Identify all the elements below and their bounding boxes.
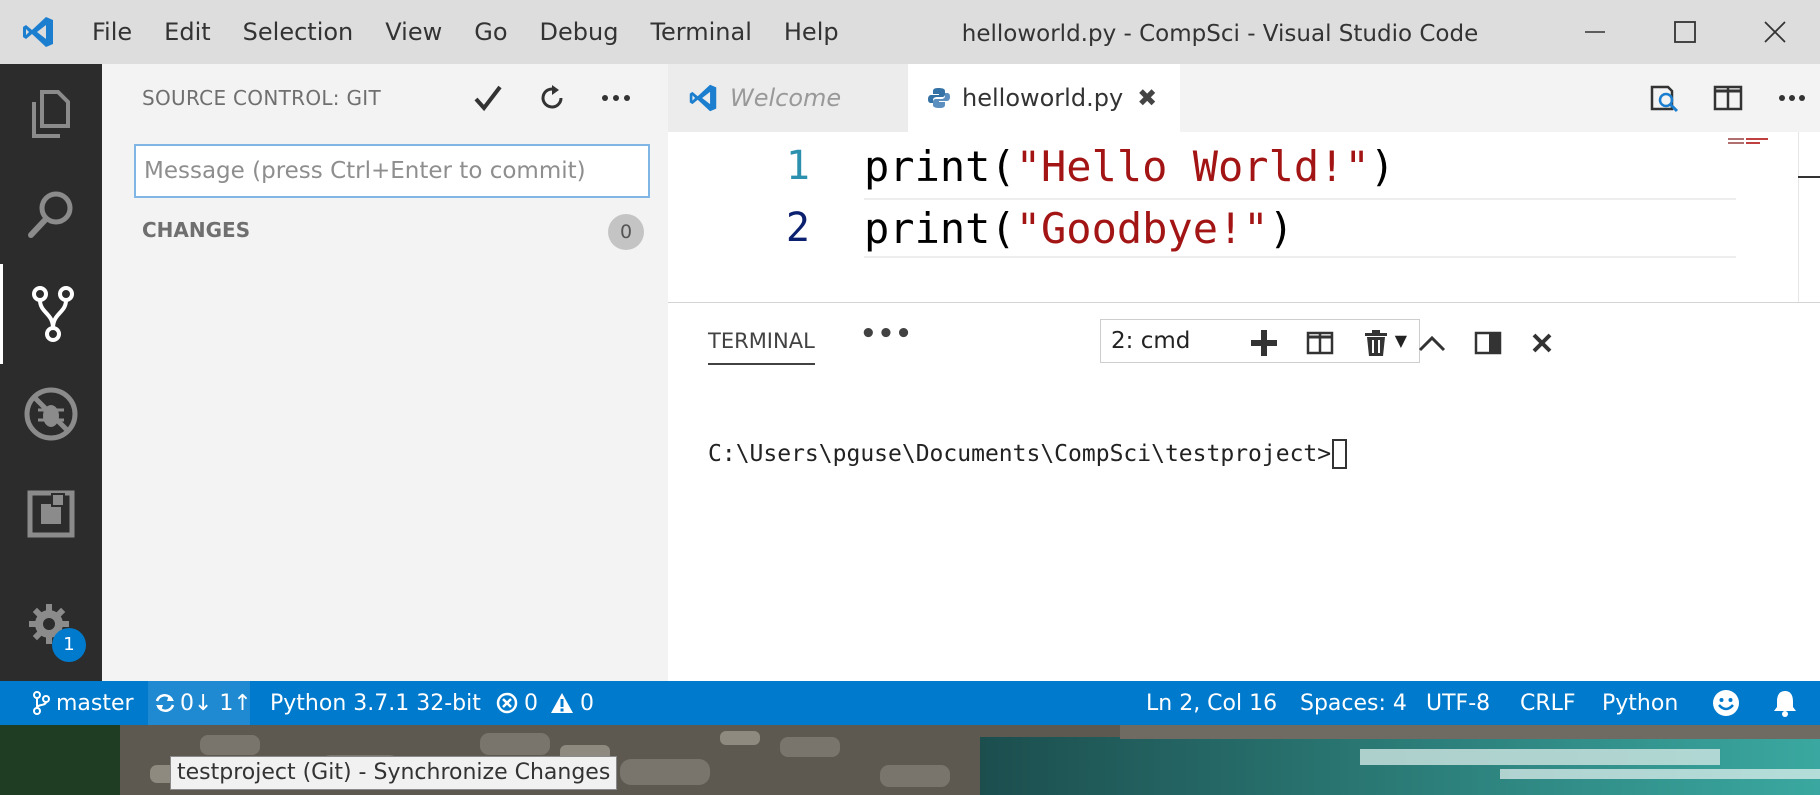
settings-badge: 1 <box>52 628 86 662</box>
eol-setting[interactable]: CRLF <box>1514 681 1582 725</box>
more-icon[interactable] <box>1768 74 1816 122</box>
bell-icon[interactable] <box>1766 681 1804 725</box>
menu-file[interactable]: File <box>76 0 148 64</box>
trash-icon[interactable] <box>1354 321 1398 365</box>
code-text: print("Hello World!") <box>864 141 1396 191</box>
line-number: 2 <box>785 205 810 251</box>
warning-count: 0 <box>580 690 594 716</box>
source-control-sidebar: SOURCE CONTROL: GIT CHANGES 0 <box>102 64 668 681</box>
gear-icon[interactable]: 1 <box>0 576 102 676</box>
maximize-icon[interactable] <box>1640 0 1730 64</box>
terminal-prompt: C:\Users\pguse\Documents\CompSci\testpro… <box>708 441 1332 467</box>
sync-icon <box>154 692 176 714</box>
sidebar-title: SOURCE CONTROL: GIT <box>142 86 382 110</box>
code-editor[interactable]: 1 print("Hello World!") 2 print("Goodbye… <box>668 132 1820 302</box>
terminal-select-value: 2: cmd <box>1111 328 1191 354</box>
debug-icon[interactable] <box>0 364 102 464</box>
title-bar: File Edit Selection View Go Debug Termin… <box>0 0 1820 64</box>
tab-welcome[interactable]: Welcome <box>668 64 908 132</box>
tab-label: helloworld.py <box>962 84 1124 112</box>
code-line-1[interactable]: 1 print("Hello World!") <box>668 136 1738 196</box>
terminal-panel: TERMINAL ••• 2: cmd ▼ C:\Users\pguse\Doc… <box>668 302 1820 681</box>
warning-icon <box>550 692 574 714</box>
activity-bar: 1 <box>0 64 102 681</box>
split-editor-icon[interactable] <box>1704 74 1752 122</box>
panel-more-button[interactable]: ••• <box>860 319 913 349</box>
explorer-icon[interactable] <box>0 64 102 164</box>
problems-indicator[interactable]: 0 0 <box>490 681 600 725</box>
vscode-logo-icon <box>688 83 718 113</box>
more-icon[interactable] <box>594 76 638 120</box>
python-icon <box>928 87 950 109</box>
refresh-icon[interactable] <box>530 76 574 120</box>
error-count: 0 <box>524 690 538 716</box>
branch-indicator[interactable]: master <box>26 681 140 725</box>
interpreter-selector[interactable]: Python 3.7.1 32-bit <box>264 681 487 725</box>
commit-message-input[interactable] <box>134 144 650 198</box>
branch-icon <box>32 691 50 715</box>
toggle-panel-icon[interactable] <box>1466 321 1510 365</box>
open-preview-icon[interactable] <box>1640 74 1688 122</box>
tab-terminal[interactable]: TERMINAL <box>708 329 815 365</box>
terminal-output[interactable]: C:\Users\pguse\Documents\CompSci\testpro… <box>708 439 1348 469</box>
search-icon[interactable] <box>0 164 102 264</box>
editor-tab-bar: Welcome helloworld.py ✖ <box>668 64 1820 132</box>
source-control-icon[interactable] <box>0 264 102 364</box>
tab-label: Welcome <box>730 84 842 112</box>
menu-edit[interactable]: Edit <box>148 0 226 64</box>
terminal-cursor <box>1332 439 1348 469</box>
tab-helloworld[interactable]: helloworld.py ✖ <box>908 64 1180 132</box>
sync-tooltip: testproject (Git) - Synchronize Changes <box>170 756 618 790</box>
commit-check-icon[interactable] <box>466 76 510 120</box>
close-icon[interactable] <box>1730 0 1820 64</box>
sync-button[interactable]: 0↓ 1↑ <box>148 681 252 725</box>
plus-icon[interactable] <box>1242 321 1286 365</box>
changes-count-badge: 0 <box>608 214 644 250</box>
menu-terminal[interactable]: Terminal <box>634 0 767 64</box>
menu-bar: File Edit Selection View Go Debug Termin… <box>76 0 855 64</box>
editor-scrollbar[interactable] <box>1798 132 1820 302</box>
minimize-icon[interactable] <box>1550 0 1640 64</box>
close-icon[interactable] <box>1520 321 1564 365</box>
window-title: helloworld.py - CompSci - Visual Studio … <box>961 21 1479 47</box>
line-number: 1 <box>785 143 810 189</box>
error-icon <box>496 692 518 714</box>
sync-status: 0↓ 1↑ <box>180 690 252 716</box>
tab-close-icon[interactable]: ✖ <box>1137 84 1157 112</box>
language-mode[interactable]: Python <box>1596 681 1684 725</box>
code-text: print("Goodbye!") <box>864 203 1294 253</box>
menu-debug[interactable]: Debug <box>524 0 635 64</box>
menu-go[interactable]: Go <box>458 0 523 64</box>
branch-name: master <box>56 690 134 716</box>
encoding-setting[interactable]: UTF-8 <box>1420 681 1496 725</box>
extensions-icon[interactable] <box>0 464 102 564</box>
menu-view[interactable]: View <box>369 0 458 64</box>
minimap[interactable] <box>1724 132 1780 144</box>
cursor-position[interactable]: Ln 2, Col 16 <box>1140 681 1283 725</box>
vscode-logo-icon[interactable] <box>0 0 76 64</box>
status-bar: master 0↓ 1↑ Python 3.7.1 32-bit 0 0 Ln … <box>0 681 1820 725</box>
indentation-setting[interactable]: Spaces: 4 <box>1294 681 1413 725</box>
changes-header[interactable]: CHANGES <box>142 218 250 242</box>
smiley-icon[interactable] <box>1706 681 1746 725</box>
chevron-up-icon[interactable] <box>1410 321 1454 365</box>
menu-selection[interactable]: Selection <box>227 0 370 64</box>
code-line-2[interactable]: 2 print("Goodbye!") <box>668 198 1738 258</box>
split-terminal-icon[interactable] <box>1298 321 1342 365</box>
menu-help[interactable]: Help <box>768 0 855 64</box>
